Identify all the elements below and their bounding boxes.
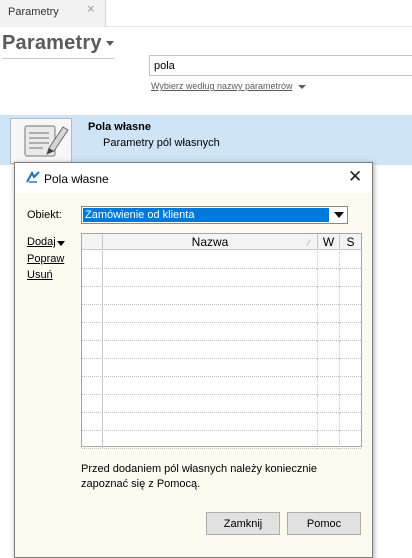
help-notice: Przed dodaniem pól własnych należy konie… xyxy=(81,463,318,490)
help-button[interactable]: Pomoc xyxy=(287,512,361,535)
row-indicator-cell[interactable] xyxy=(82,323,103,341)
cell-s[interactable] xyxy=(340,395,361,413)
dialog-titlebar: Pola własne ✕ xyxy=(15,163,372,193)
cell-w[interactable] xyxy=(318,341,340,359)
table-row[interactable] xyxy=(82,359,361,377)
cell-nazwa[interactable] xyxy=(103,323,318,341)
dialog-close-icon[interactable]: ✕ xyxy=(348,167,362,187)
cell-w[interactable] xyxy=(318,395,340,413)
row-indicator-cell[interactable] xyxy=(82,287,103,305)
add-chevron-down-icon[interactable] xyxy=(57,241,65,246)
result-description: Parametry pól własnych xyxy=(103,137,220,149)
tab-parametry[interactable]: Parametry × xyxy=(0,0,106,27)
table-row[interactable] xyxy=(82,305,361,323)
cell-w[interactable] xyxy=(318,377,340,395)
row-indicator-cell[interactable] xyxy=(82,305,103,323)
table-row[interactable] xyxy=(82,377,361,395)
page-title-chevron-down-icon[interactable] xyxy=(106,41,114,46)
row-indicator-cell[interactable] xyxy=(82,377,103,395)
delete-button[interactable]: Usuń xyxy=(27,269,53,281)
table-row[interactable] xyxy=(82,341,361,359)
column-header-w[interactable]: W xyxy=(318,234,340,250)
cell-w[interactable] xyxy=(318,323,340,341)
cell-nazwa[interactable] xyxy=(103,251,318,269)
cell-nazwa[interactable] xyxy=(103,377,318,395)
close-button[interactable]: Zamknij xyxy=(206,512,280,535)
tab-label: Parametry xyxy=(8,6,59,18)
add-button[interactable]: Dodaj xyxy=(27,236,56,248)
cell-s[interactable] xyxy=(340,413,361,431)
cell-s[interactable] xyxy=(340,251,361,269)
obiekt-dropdown[interactable]: Zamówienie od klienta xyxy=(81,206,348,224)
edit-button[interactable]: Popraw xyxy=(27,253,64,265)
cell-s[interactable] xyxy=(340,341,361,359)
cell-nazwa[interactable] xyxy=(103,269,318,287)
cell-s[interactable] xyxy=(340,377,361,395)
table-row[interactable] xyxy=(82,251,361,269)
obiekt-label: Obiekt: xyxy=(27,209,62,221)
cell-s[interactable] xyxy=(340,287,361,305)
cell-nazwa[interactable] xyxy=(103,413,318,431)
sort-icon: ⁄ xyxy=(308,238,310,248)
cell-w[interactable] xyxy=(318,359,340,377)
result-title: Pola własne xyxy=(88,121,151,133)
table-row[interactable] xyxy=(82,287,361,305)
cell-w[interactable] xyxy=(318,269,340,287)
column-header-label: Nazwa xyxy=(191,235,229,249)
cell-s[interactable] xyxy=(340,359,361,377)
row-indicator-cell[interactable] xyxy=(82,251,103,269)
cell-nazwa[interactable] xyxy=(103,341,318,359)
column-header-s[interactable]: S xyxy=(340,234,361,250)
row-indicator-cell[interactable] xyxy=(82,359,103,377)
table-row[interactable] xyxy=(82,269,361,287)
filter-chevron-down-icon[interactable] xyxy=(298,85,306,89)
row-indicator-header xyxy=(82,234,103,250)
filter-by-name-link[interactable]: Wybierz według nazwy parametrów xyxy=(151,81,292,91)
cell-s[interactable] xyxy=(340,323,361,341)
cell-nazwa[interactable] xyxy=(103,395,318,413)
cell-nazwa[interactable] xyxy=(103,305,318,323)
fields-grid[interactable]: Nazwa ⁄ W S xyxy=(81,233,362,449)
tab-close-icon[interactable]: × xyxy=(87,1,95,16)
row-indicator-cell[interactable] xyxy=(82,341,103,359)
table-row[interactable] xyxy=(82,431,361,449)
cell-w[interactable] xyxy=(318,305,340,323)
cell-w[interactable] xyxy=(318,431,340,449)
obiekt-selected-value: Zamówienie od klienta xyxy=(83,208,329,222)
cell-w[interactable] xyxy=(318,413,340,431)
cell-s[interactable] xyxy=(340,305,361,323)
column-header-nazwa[interactable]: Nazwa ⁄ xyxy=(103,234,318,250)
row-indicator-cell[interactable] xyxy=(82,269,103,287)
pola-wlasne-dialog: Pola własne ✕ Obiekt: Zamówienie od klie… xyxy=(14,162,373,558)
dialog-title: Pola własne xyxy=(44,172,109,186)
title-underline xyxy=(2,58,114,59)
tab-strip: Parametry × xyxy=(0,0,412,27)
cell-w[interactable] xyxy=(318,287,340,305)
notepad-pencil-icon xyxy=(10,118,72,164)
row-indicator-cell[interactable] xyxy=(82,395,103,413)
cell-nazwa[interactable] xyxy=(103,359,318,377)
search-input[interactable] xyxy=(149,55,412,76)
cell-nazwa[interactable] xyxy=(103,287,318,305)
row-indicator-cell[interactable] xyxy=(82,431,103,449)
row-indicator-cell[interactable] xyxy=(82,413,103,431)
app-logo-icon xyxy=(26,170,40,186)
cell-nazwa[interactable] xyxy=(103,431,318,449)
cell-s[interactable] xyxy=(340,269,361,287)
table-row[interactable] xyxy=(82,323,361,341)
cell-s[interactable] xyxy=(340,431,361,449)
table-row[interactable] xyxy=(82,413,361,431)
page-title[interactable]: Parametry xyxy=(2,32,102,55)
table-row[interactable] xyxy=(82,395,361,413)
cell-w[interactable] xyxy=(318,251,340,269)
dropdown-arrow-icon[interactable] xyxy=(334,212,344,218)
